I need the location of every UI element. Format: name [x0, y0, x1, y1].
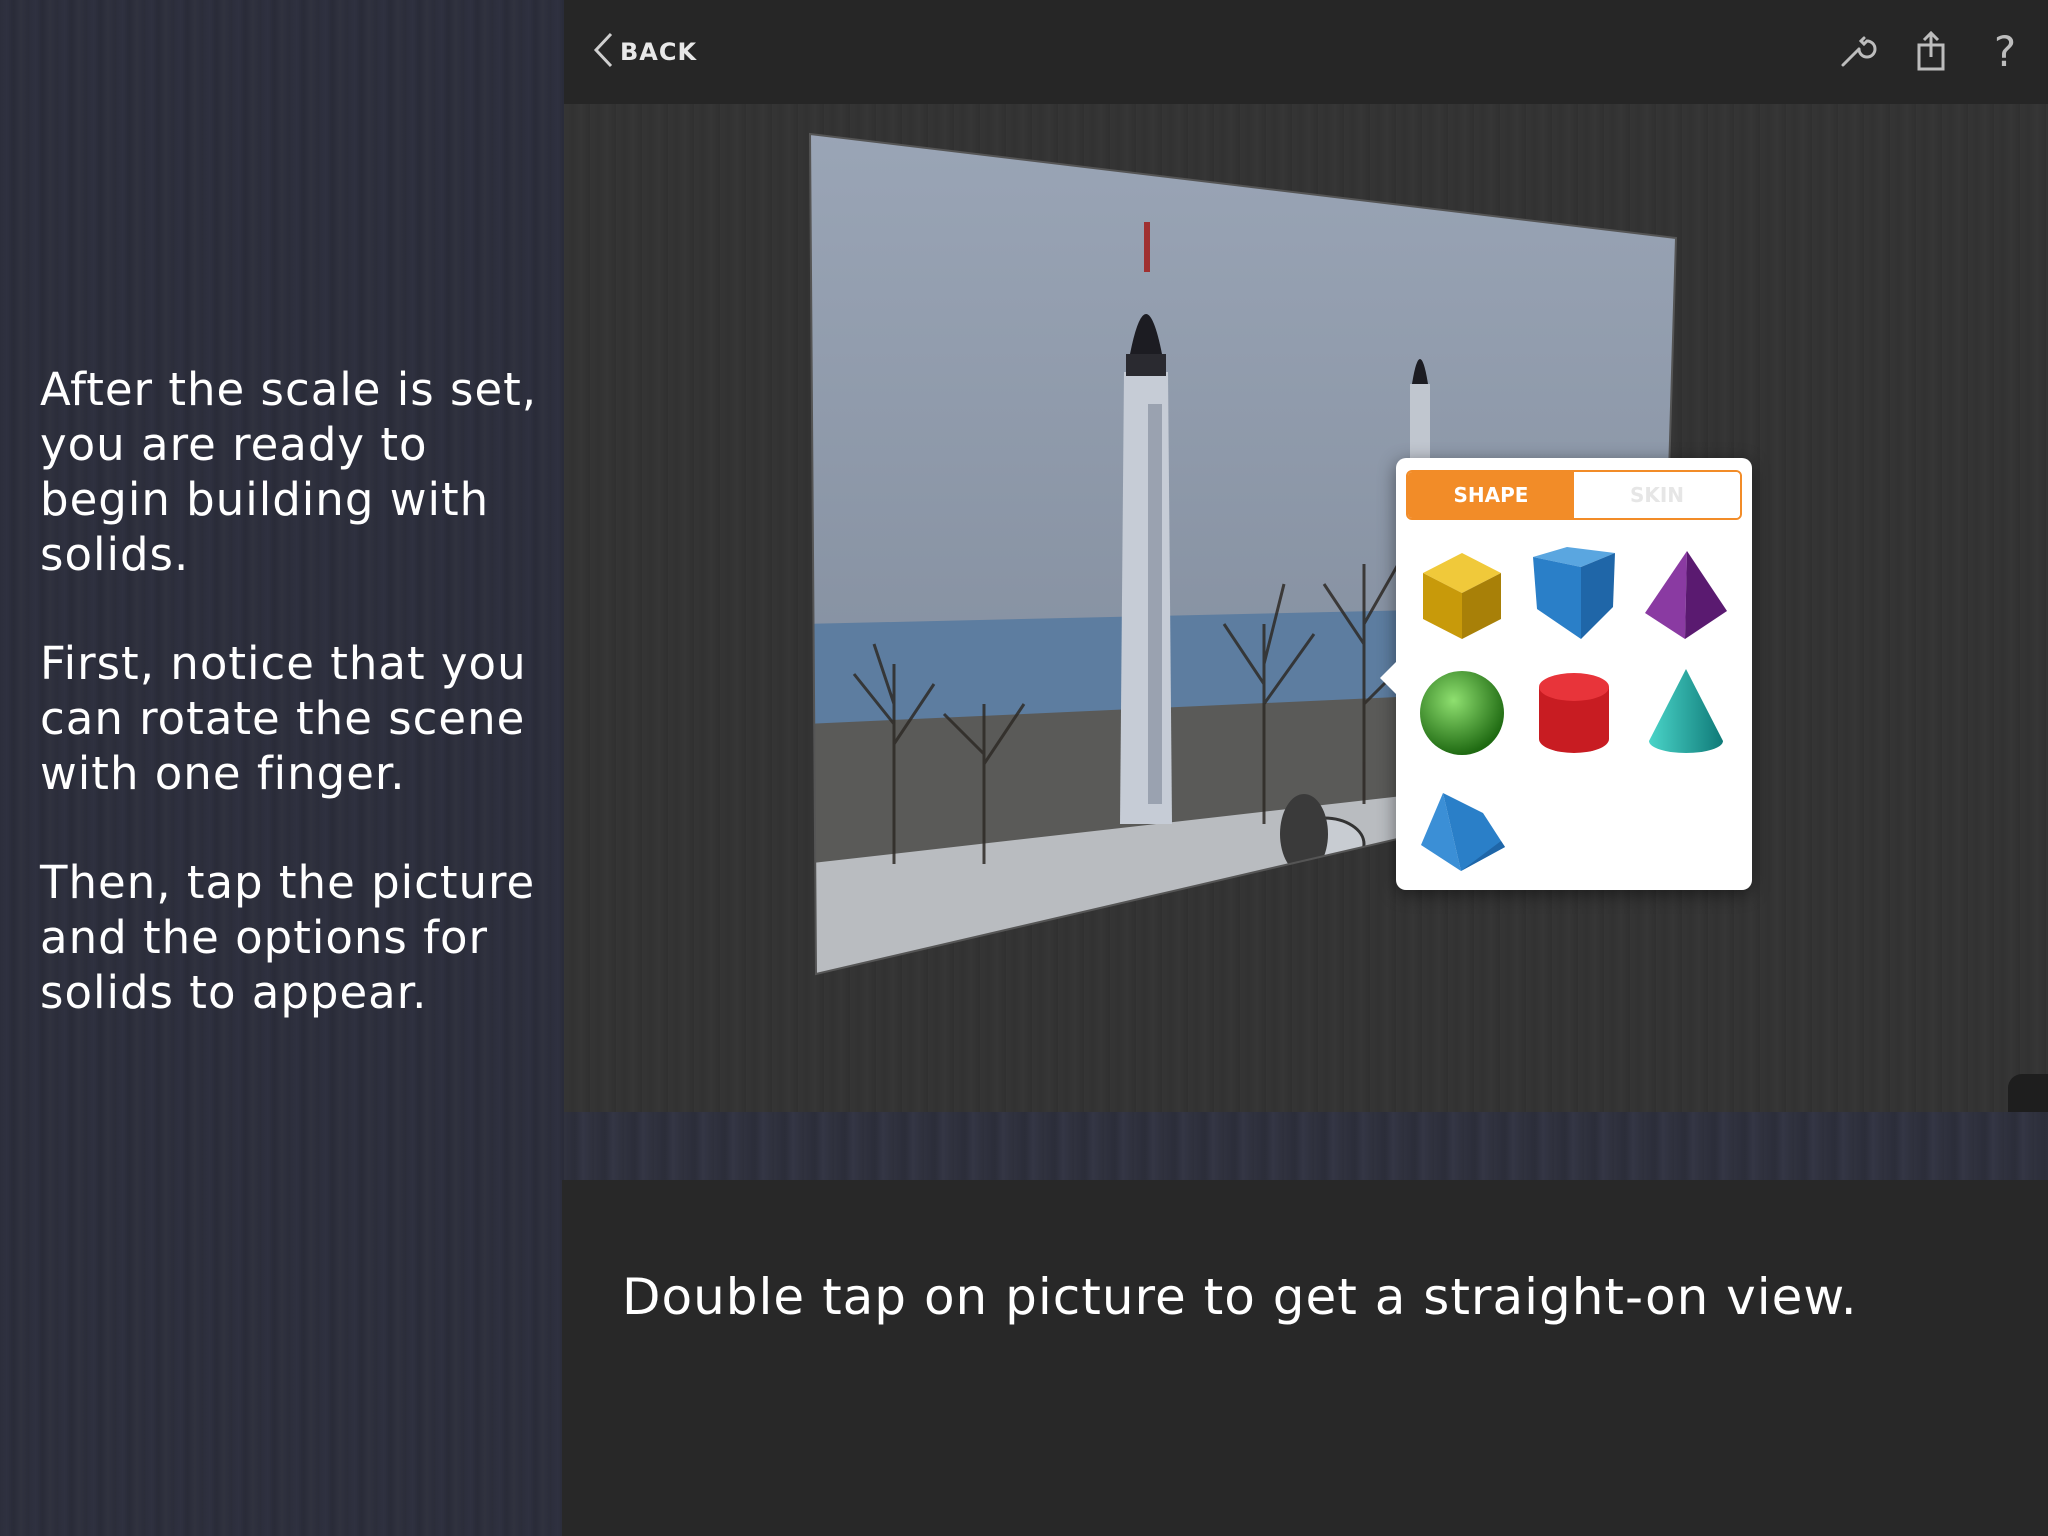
- share-icon[interactable]: [1908, 26, 1954, 76]
- divider-strip: [564, 1112, 2048, 1180]
- sphere-button[interactable]: [1406, 654, 1518, 772]
- prism-icon: [1533, 547, 1615, 639]
- toolbar-icons: ?: [1834, 26, 2028, 76]
- tab-skin[interactable]: SKIN: [1574, 472, 1740, 518]
- triangular-prism-icon: [1421, 793, 1505, 871]
- app-screen: BACK ? SHAPE SKIN: [564, 0, 2048, 1112]
- help-icon[interactable]: ?: [1982, 26, 2028, 76]
- instruction-paragraph: Then, tap the picture and the options fo…: [40, 856, 536, 1019]
- chevron-left-icon: [592, 31, 614, 73]
- prism-button[interactable]: [1518, 536, 1630, 654]
- sphere-icon: [1420, 671, 1504, 755]
- wheel-image: [1280, 794, 1328, 874]
- shape-grid: [1406, 536, 1742, 890]
- cube-icon: [1423, 553, 1501, 639]
- instruction-paragraph: After the scale is set, you are ready to…: [40, 363, 538, 581]
- shape-skin-toggle: SHAPE SKIN: [1406, 470, 1742, 520]
- instruction-paragraph: First, notice that you can rotate the sc…: [40, 637, 527, 800]
- wrench-icon[interactable]: [1834, 26, 1880, 76]
- cone-icon: [1649, 669, 1723, 753]
- instructions-panel: After the scale is set, you are ready to…: [40, 362, 560, 1074]
- caption-panel: Double tap on picture to get a straight-…: [562, 1180, 2048, 1536]
- caption-text: Double tap on picture to get a straight-…: [622, 1268, 1858, 1326]
- scene-canvas[interactable]: [564, 104, 2048, 1112]
- top-toolbar: BACK ?: [564, 0, 2048, 104]
- side-menu-handle[interactable]: [2008, 1074, 2048, 1112]
- solids-popup: SHAPE SKIN: [1380, 458, 1752, 890]
- cylinder-button[interactable]: [1518, 654, 1630, 772]
- triangular-prism-button[interactable]: [1406, 772, 1518, 890]
- back-button[interactable]: BACK: [592, 30, 697, 74]
- back-button-label: BACK: [620, 38, 698, 66]
- pyramid-icon: [1645, 551, 1727, 639]
- 3d-viewport[interactable]: SHAPE SKIN: [564, 104, 2048, 1112]
- cube-button[interactable]: [1406, 536, 1518, 654]
- cylinder-icon: [1539, 673, 1609, 753]
- cone-button[interactable]: [1630, 654, 1742, 772]
- tab-shape[interactable]: SHAPE: [1408, 472, 1574, 518]
- popup-pointer: [1380, 662, 1396, 694]
- pyramid-button[interactable]: [1630, 536, 1742, 654]
